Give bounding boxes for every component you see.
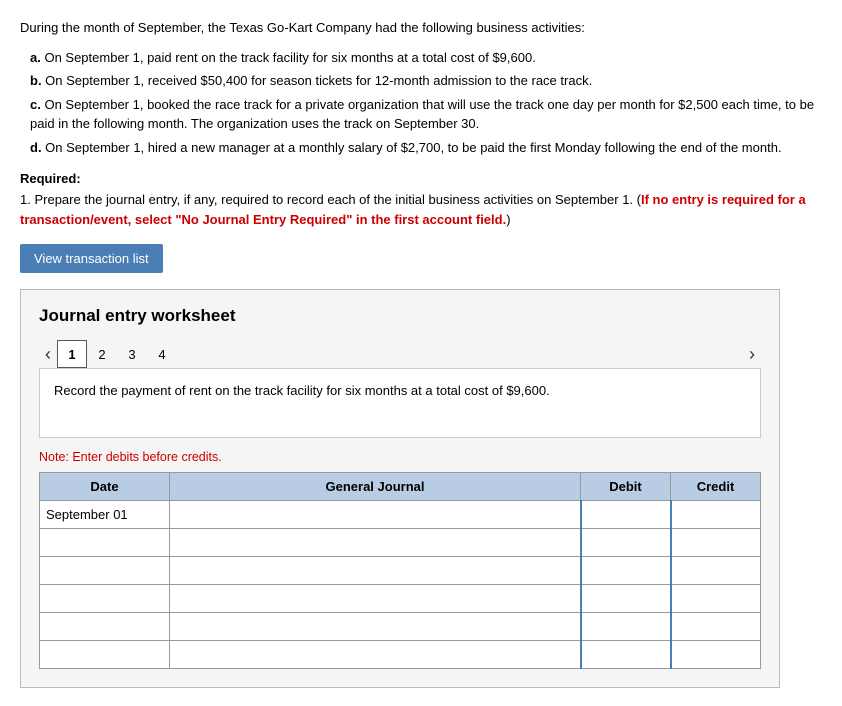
page-2-button[interactable]: 2 — [87, 340, 117, 368]
page-prev-button[interactable]: ‹ — [39, 342, 57, 367]
table-cell-date[interactable] — [40, 641, 170, 669]
journal-table: Date General Journal Debit Credit Septem… — [39, 472, 761, 669]
view-transaction-list-button[interactable]: View transaction list — [20, 244, 163, 273]
table-cell-journal[interactable] — [170, 585, 581, 613]
table-cell-journal[interactable] — [170, 641, 581, 669]
col-header-debit: Debit — [581, 473, 671, 501]
activity-item: d. On September 1, hired a new manager a… — [30, 138, 822, 158]
table-cell-journal[interactable] — [170, 557, 581, 585]
required-section: Required: 1. Prepare the journal entry, … — [20, 171, 822, 230]
page-1-button[interactable]: 1 — [57, 340, 87, 368]
table-cell-debit[interactable] — [581, 641, 671, 669]
table-cell-debit[interactable] — [581, 613, 671, 641]
table-cell-journal[interactable] — [170, 501, 581, 529]
table-cell-credit[interactable] — [671, 529, 761, 557]
table-cell-credit[interactable] — [671, 501, 761, 529]
page-3-button[interactable]: 3 — [117, 340, 147, 368]
activities-list: a. On September 1, paid rent on the trac… — [20, 48, 822, 158]
record-description: Record the payment of rent on the track … — [39, 368, 761, 438]
col-header-journal: General Journal — [170, 473, 581, 501]
table-row: September 01 — [40, 501, 761, 529]
required-number: 1. — [20, 192, 31, 207]
table-row — [40, 613, 761, 641]
required-label: Required: — [20, 171, 822, 186]
table-cell-debit[interactable] — [581, 585, 671, 613]
table-cell-date[interactable] — [40, 529, 170, 557]
required-text: 1. Prepare the journal entry, if any, re… — [20, 190, 822, 230]
table-cell-credit[interactable] — [671, 641, 761, 669]
required-red2: ) — [506, 212, 510, 227]
page-next-button[interactable]: › — [743, 342, 761, 367]
activity-item: b. On September 1, received $50,400 for … — [30, 71, 822, 91]
table-cell-date[interactable]: September 01 — [40, 501, 170, 529]
col-header-date: Date — [40, 473, 170, 501]
pagination: ‹ 1 2 3 4 › — [39, 340, 761, 368]
table-cell-debit[interactable] — [581, 501, 671, 529]
table-cell-journal[interactable] — [170, 529, 581, 557]
table-cell-journal[interactable] — [170, 613, 581, 641]
table-row — [40, 585, 761, 613]
table-row — [40, 529, 761, 557]
required-plain: Prepare the journal entry, if any, requi… — [34, 192, 641, 207]
intro-text: During the month of September, the Texas… — [20, 18, 822, 38]
activity-item: c. On September 1, booked the race track… — [30, 95, 822, 134]
table-cell-date[interactable] — [40, 585, 170, 613]
table-cell-credit[interactable] — [671, 557, 761, 585]
table-cell-date[interactable] — [40, 613, 170, 641]
table-cell-credit[interactable] — [671, 585, 761, 613]
worksheet-title: Journal entry worksheet — [39, 306, 761, 326]
activity-item: a. On September 1, paid rent on the trac… — [30, 48, 822, 68]
table-cell-debit[interactable] — [581, 557, 671, 585]
table-cell-date[interactable] — [40, 557, 170, 585]
table-cell-debit[interactable] — [581, 529, 671, 557]
page-4-button[interactable]: 4 — [147, 340, 177, 368]
table-row — [40, 641, 761, 669]
col-header-credit: Credit — [671, 473, 761, 501]
note-text: Note: Enter debits before credits. — [39, 450, 761, 464]
table-cell-credit[interactable] — [671, 613, 761, 641]
worksheet-container: Journal entry worksheet ‹ 1 2 3 4 › Reco… — [20, 289, 780, 688]
table-row — [40, 557, 761, 585]
